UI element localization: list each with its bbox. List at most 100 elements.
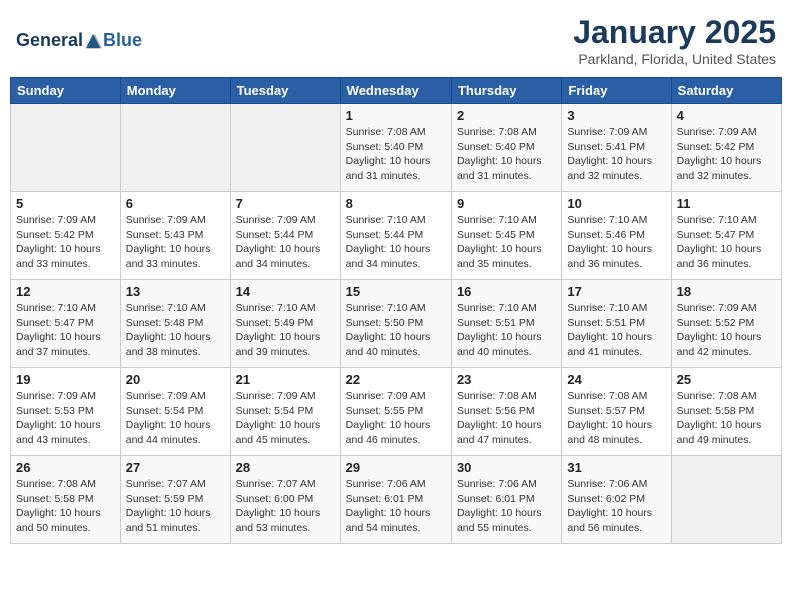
calendar-cell: 16 Sunrise: 7:10 AM Sunset: 5:51 PM Dayli…	[451, 280, 561, 368]
logo-general-text: General	[16, 30, 83, 51]
calendar-cell: 24 Sunrise: 7:08 AM Sunset: 5:57 PM Dayli…	[562, 368, 671, 456]
calendar-header-monday: Monday	[120, 78, 230, 104]
calendar-cell: 5 Sunrise: 7:09 AM Sunset: 5:42 PM Daylig…	[11, 192, 121, 280]
day-info: Sunrise: 7:10 AM Sunset: 5:51 PM Dayligh…	[457, 301, 556, 360]
day-info: Sunrise: 7:09 AM Sunset: 5:52 PM Dayligh…	[677, 301, 776, 360]
calendar-header-friday: Friday	[562, 78, 671, 104]
calendar-cell: 18 Sunrise: 7:09 AM Sunset: 5:52 PM Dayli…	[671, 280, 781, 368]
day-number: 31	[567, 460, 665, 475]
calendar-cell: 9 Sunrise: 7:10 AM Sunset: 5:45 PM Daylig…	[451, 192, 561, 280]
day-info: Sunrise: 7:10 AM Sunset: 5:45 PM Dayligh…	[457, 213, 556, 272]
calendar-cell: 10 Sunrise: 7:10 AM Sunset: 5:46 PM Dayli…	[562, 192, 671, 280]
calendar-cell: 22 Sunrise: 7:09 AM Sunset: 5:55 PM Dayli…	[340, 368, 451, 456]
day-info: Sunrise: 7:08 AM Sunset: 5:57 PM Dayligh…	[567, 389, 665, 448]
day-info: Sunrise: 7:06 AM Sunset: 6:01 PM Dayligh…	[346, 477, 446, 536]
day-number: 10	[567, 196, 665, 211]
calendar-cell: 28 Sunrise: 7:07 AM Sunset: 6:00 PM Dayli…	[230, 456, 340, 544]
day-number: 7	[236, 196, 335, 211]
day-info: Sunrise: 7:09 AM Sunset: 5:54 PM Dayligh…	[126, 389, 225, 448]
calendar-cell	[230, 104, 340, 192]
calendar-cell: 11 Sunrise: 7:10 AM Sunset: 5:47 PM Dayli…	[671, 192, 781, 280]
day-info: Sunrise: 7:08 AM Sunset: 5:40 PM Dayligh…	[457, 125, 556, 184]
day-info: Sunrise: 7:08 AM Sunset: 5:56 PM Dayligh…	[457, 389, 556, 448]
day-info: Sunrise: 7:09 AM Sunset: 5:55 PM Dayligh…	[346, 389, 446, 448]
day-info: Sunrise: 7:07 AM Sunset: 6:00 PM Dayligh…	[236, 477, 335, 536]
day-number: 27	[126, 460, 225, 475]
month-title: January 2025	[573, 14, 776, 51]
day-info: Sunrise: 7:10 AM Sunset: 5:51 PM Dayligh…	[567, 301, 665, 360]
day-number: 19	[16, 372, 115, 387]
page-header: General Blue January 2025 Parkland, Flor…	[10, 10, 782, 71]
day-number: 20	[126, 372, 225, 387]
day-info: Sunrise: 7:10 AM Sunset: 5:46 PM Dayligh…	[567, 213, 665, 272]
day-number: 13	[126, 284, 225, 299]
calendar-week-row: 26 Sunrise: 7:08 AM Sunset: 5:58 PM Dayli…	[11, 456, 782, 544]
calendar-cell: 4Sunrise: 7:09 AM Sunset: 5:42 PM Daylig…	[671, 104, 781, 192]
day-info: Sunrise: 7:09 AM Sunset: 5:42 PM Dayligh…	[16, 213, 115, 272]
calendar-cell: 25 Sunrise: 7:08 AM Sunset: 5:58 PM Dayli…	[671, 368, 781, 456]
day-info: Sunrise: 7:08 AM Sunset: 5:58 PM Dayligh…	[16, 477, 115, 536]
day-info: Sunrise: 7:06 AM Sunset: 6:01 PM Dayligh…	[457, 477, 556, 536]
logo-blue-text: Blue	[103, 30, 142, 51]
day-number: 26	[16, 460, 115, 475]
calendar-cell: 31 Sunrise: 7:06 AM Sunset: 6:02 PM Dayli…	[562, 456, 671, 544]
day-info: Sunrise: 7:07 AM Sunset: 5:59 PM Dayligh…	[126, 477, 225, 536]
day-number: 28	[236, 460, 335, 475]
day-number: 25	[677, 372, 776, 387]
calendar-cell: 21Sunrise: 7:09 AM Sunset: 5:54 PM Dayli…	[230, 368, 340, 456]
day-number: 24	[567, 372, 665, 387]
day-number: 15	[346, 284, 446, 299]
day-number: 29	[346, 460, 446, 475]
calendar-cell: 17Sunrise: 7:10 AM Sunset: 5:51 PM Dayli…	[562, 280, 671, 368]
calendar-cell: 19 Sunrise: 7:09 AM Sunset: 5:53 PM Dayli…	[11, 368, 121, 456]
calendar-header-wednesday: Wednesday	[340, 78, 451, 104]
day-number: 16	[457, 284, 556, 299]
day-info: Sunrise: 7:09 AM Sunset: 5:43 PM Dayligh…	[126, 213, 225, 272]
calendar-header-row: SundayMondayTuesdayWednesdayThursdayFrid…	[11, 78, 782, 104]
day-number: 1	[346, 108, 446, 123]
calendar-header-thursday: Thursday	[451, 78, 561, 104]
day-info: Sunrise: 7:08 AM Sunset: 5:58 PM Dayligh…	[677, 389, 776, 448]
calendar-cell: 20 Sunrise: 7:09 AM Sunset: 5:54 PM Dayli…	[120, 368, 230, 456]
calendar-cell	[120, 104, 230, 192]
day-info: Sunrise: 7:09 AM Sunset: 5:53 PM Dayligh…	[16, 389, 115, 448]
day-info: Sunrise: 7:09 AM Sunset: 5:44 PM Dayligh…	[236, 213, 335, 272]
calendar-cell	[11, 104, 121, 192]
calendar-cell: 14Sunrise: 7:10 AM Sunset: 5:49 PM Dayli…	[230, 280, 340, 368]
title-block: January 2025 Parkland, Florida, United S…	[573, 14, 776, 67]
day-number: 9	[457, 196, 556, 211]
calendar-cell: 7 Sunrise: 7:09 AM Sunset: 5:44 PM Daylig…	[230, 192, 340, 280]
calendar-week-row: 12 Sunrise: 7:10 AM Sunset: 5:47 PM Dayli…	[11, 280, 782, 368]
day-number: 8	[346, 196, 446, 211]
calendar-cell: 8Sunrise: 7:10 AM Sunset: 5:44 PM Daylig…	[340, 192, 451, 280]
day-info: Sunrise: 7:06 AM Sunset: 6:02 PM Dayligh…	[567, 477, 665, 536]
calendar-cell: 6Sunrise: 7:09 AM Sunset: 5:43 PM Daylig…	[120, 192, 230, 280]
calendar-cell: 15 Sunrise: 7:10 AM Sunset: 5:50 PM Dayli…	[340, 280, 451, 368]
calendar-week-row: 5 Sunrise: 7:09 AM Sunset: 5:42 PM Daylig…	[11, 192, 782, 280]
day-number: 5	[16, 196, 115, 211]
calendar-cell: 29 Sunrise: 7:06 AM Sunset: 6:01 PM Dayli…	[340, 456, 451, 544]
calendar-table: SundayMondayTuesdayWednesdayThursdayFrid…	[10, 77, 782, 544]
day-info: Sunrise: 7:08 AM Sunset: 5:40 PM Dayligh…	[346, 125, 446, 184]
day-number: 22	[346, 372, 446, 387]
day-number: 30	[457, 460, 556, 475]
day-info: Sunrise: 7:09 AM Sunset: 5:41 PM Dayligh…	[567, 125, 665, 184]
day-number: 12	[16, 284, 115, 299]
day-number: 21	[236, 372, 335, 387]
day-info: Sunrise: 7:09 AM Sunset: 5:42 PM Dayligh…	[677, 125, 776, 184]
calendar-cell: 12 Sunrise: 7:10 AM Sunset: 5:47 PM Dayli…	[11, 280, 121, 368]
day-number: 2	[457, 108, 556, 123]
day-number: 23	[457, 372, 556, 387]
day-number: 18	[677, 284, 776, 299]
day-info: Sunrise: 7:10 AM Sunset: 5:47 PM Dayligh…	[677, 213, 776, 272]
day-number: 14	[236, 284, 335, 299]
day-number: 3	[567, 108, 665, 123]
day-number: 11	[677, 196, 776, 211]
day-info: Sunrise: 7:10 AM Sunset: 5:50 PM Dayligh…	[346, 301, 446, 360]
day-info: Sunrise: 7:10 AM Sunset: 5:47 PM Dayligh…	[16, 301, 115, 360]
calendar-header-saturday: Saturday	[671, 78, 781, 104]
calendar-cell: 27 Sunrise: 7:07 AM Sunset: 5:59 PM Dayli…	[120, 456, 230, 544]
calendar-cell: 26 Sunrise: 7:08 AM Sunset: 5:58 PM Dayli…	[11, 456, 121, 544]
calendar-cell: 23 Sunrise: 7:08 AM Sunset: 5:56 PM Dayli…	[451, 368, 561, 456]
calendar-cell: 3 Sunrise: 7:09 AM Sunset: 5:41 PM Daylig…	[562, 104, 671, 192]
